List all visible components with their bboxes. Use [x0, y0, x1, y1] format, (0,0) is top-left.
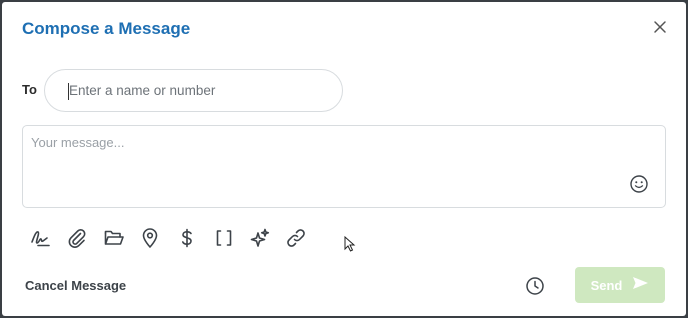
folder-icon[interactable] — [102, 226, 126, 250]
sparkles-icon[interactable] — [248, 226, 272, 250]
message-box[interactable] — [22, 125, 666, 208]
message-textarea[interactable] — [31, 135, 621, 197]
compose-message-dialog: Compose a Message To Enter a name or num… — [2, 2, 686, 316]
send-button[interactable]: Send — [575, 267, 665, 303]
dialog-title: Compose a Message — [22, 19, 191, 38]
cancel-message-button[interactable]: Cancel Message — [25, 278, 126, 293]
paperclip-icon[interactable] — [65, 226, 89, 250]
location-pin-icon[interactable] — [138, 226, 162, 250]
text-caret — [68, 83, 69, 100]
clock-icon[interactable] — [524, 275, 546, 297]
recipient-input[interactable] — [44, 69, 343, 112]
send-arrow-icon — [632, 276, 649, 295]
close-icon[interactable] — [650, 17, 670, 37]
dollar-icon[interactable] — [175, 226, 199, 250]
to-label: To — [22, 82, 37, 97]
brackets-icon[interactable] — [212, 226, 236, 250]
emoji-icon[interactable] — [629, 174, 649, 194]
signature-icon[interactable] — [28, 226, 52, 250]
link-icon[interactable] — [284, 226, 308, 250]
mouse-cursor-icon — [344, 235, 356, 257]
send-button-label: Send — [590, 277, 623, 293]
